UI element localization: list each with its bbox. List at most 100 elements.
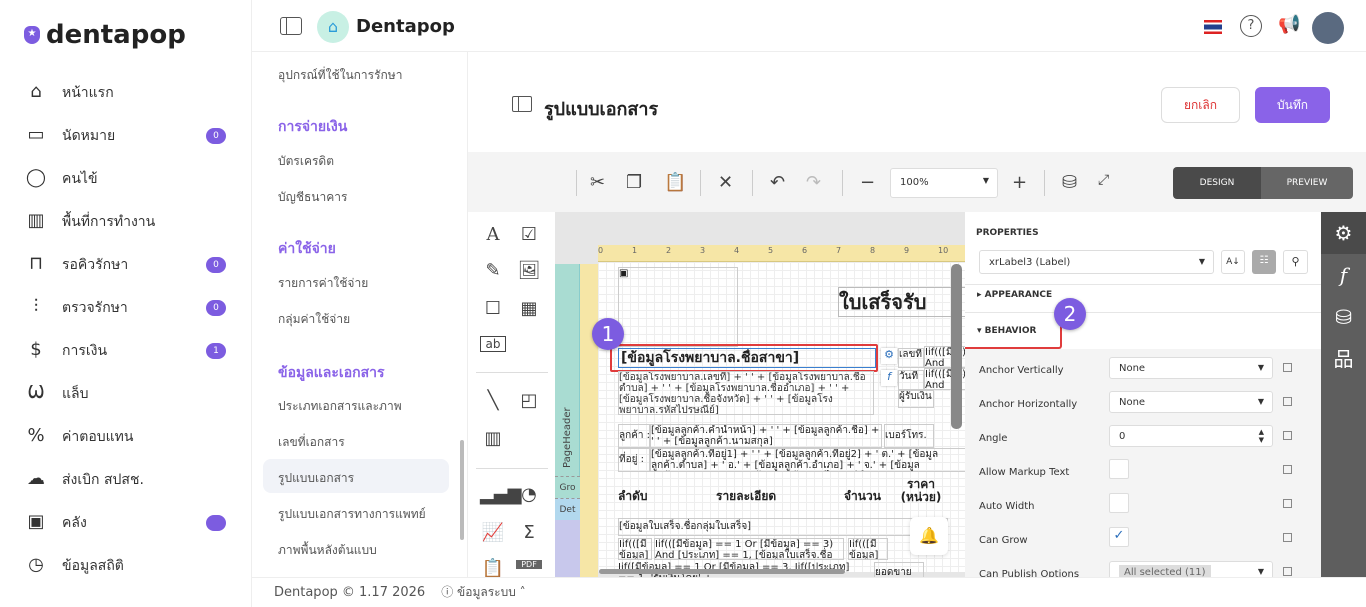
column-seq-header[interactable]: ลำดับ [618, 478, 678, 514]
label-sales[interactable]: ยอดขาย [874, 562, 924, 577]
announcement-icon[interactable]: 📢 [1278, 14, 1300, 35]
band-footer[interactable] [555, 520, 580, 577]
cut-icon[interactable]: ✂ [590, 172, 605, 193]
richtext-tool-icon[interactable]: ✎ [480, 260, 506, 281]
detail-expr-3[interactable]: Iif(([มี ข้อมูล] [848, 538, 888, 560]
cancel-button[interactable]: ยกเลิก [1161, 87, 1240, 123]
checkbox-tool-icon[interactable]: ☑ [516, 224, 542, 245]
barcode-tool-icon[interactable]: ▥ [480, 428, 506, 449]
label-customer[interactable]: ลูกค้า : [618, 424, 650, 448]
component-select[interactable]: xrLabel3 (Label) ▼ [979, 250, 1214, 274]
shape-tool-icon[interactable]: ◰ [516, 390, 542, 411]
property-reset-checkbox[interactable] [1283, 533, 1292, 542]
property-reset-checkbox[interactable] [1283, 397, 1292, 406]
submenu-item[interactable]: บัญชีธนาคาร [278, 188, 347, 207]
group-name-expr[interactable]: [ข้อมูลใบเสร็จ.ชื่อกลุ่มใบเสร็จ] [618, 518, 948, 536]
sidebar-item[interactable]: ▥ พื้นที่การทำงาน [24, 207, 234, 237]
property-checkbox[interactable]: ✓ [1109, 527, 1129, 547]
property-reset-checkbox[interactable] [1283, 567, 1292, 576]
property-spinner[interactable]: 0 ▲ ▼ [1109, 425, 1273, 447]
property-reset-checkbox[interactable] [1283, 465, 1292, 474]
sidebar-item[interactable]: ▭ นัดหมาย 0 [24, 121, 234, 151]
copy-icon[interactable]: ❐ [626, 172, 642, 193]
line-tool-icon[interactable]: ╲ [480, 390, 506, 411]
delete-icon[interactable]: ✕ [718, 172, 733, 193]
smart-tag-gear-icon[interactable]: ⚙ [881, 348, 897, 364]
submenu-item[interactable]: ภาพพื้นหลังต้นแบบ [278, 541, 377, 560]
sidebar-item[interactable]: Ѡ แล็บ [24, 379, 234, 409]
customer-name-expr[interactable]: [ข้อมูลลูกค้า.คำนำหน้า] + ' ' + [ข้อมูลล… [650, 424, 882, 448]
label-phone[interactable]: เบอร์โทร. [884, 424, 934, 448]
sidebar-item[interactable]: ◯ คนไข้ [24, 164, 234, 194]
expressions-tab-function-icon[interactable]: f [1321, 254, 1366, 296]
submenu-item[interactable]: บัตรเครดิต [278, 152, 334, 171]
expression-icon[interactable]: f [881, 370, 897, 386]
thai-flag-icon[interactable] [1204, 20, 1222, 34]
save-button[interactable]: บันทึก [1255, 87, 1330, 123]
report-title-label[interactable]: ใบเสร็จรับ [838, 287, 965, 317]
label-receiver[interactable]: ผู้รับเงิน [898, 390, 934, 408]
sidebar-item[interactable]: % ค่าตอบแทน [24, 422, 234, 452]
submenu-item[interactable]: รูปแบบเอกสารทางการแพทย์ [278, 505, 426, 524]
logo[interactable]: ★ dentapop [24, 20, 186, 50]
detail-expr-1[interactable]: Iif(([มี ข้อมูล] [618, 538, 652, 560]
fullscreen-icon[interactable]: ⤢ [1098, 172, 1109, 188]
sidebar-item[interactable]: ⊓ รอคิวรักษา 0 [24, 250, 234, 280]
chart-tool-icon[interactable]: ▂▄▆ [480, 484, 522, 505]
label-doc-no[interactable]: เลขที่ [898, 348, 924, 368]
help-icon[interactable]: ? [1240, 15, 1262, 37]
property-reset-checkbox[interactable] [1283, 431, 1292, 440]
property-checkbox[interactable] [1109, 493, 1129, 513]
submenu-item[interactable]: กลุ่มค่าใช้จ่าย [278, 310, 350, 329]
property-select[interactable]: All selected (11) ▼ [1109, 561, 1273, 577]
property-reset-checkbox[interactable] [1283, 499, 1292, 508]
property-select[interactable]: None ▼ [1109, 357, 1273, 379]
band-group-header[interactable]: Gro [555, 476, 580, 498]
submenu-scrollbar[interactable] [460, 440, 464, 540]
undo-icon[interactable]: ↶ [770, 172, 785, 193]
summary-tool-icon[interactable]: Σ [516, 522, 542, 543]
hospital-address-label[interactable]: [ข้อมูลโรงพยาบาล.เลขที่] + ' ' + [ข้อมูล… [618, 371, 874, 415]
design-tab[interactable]: DESIGN [1173, 167, 1261, 199]
logo-picture-box[interactable]: ▣ [618, 267, 738, 347]
field-list-tab-database-icon[interactable]: ⛁ [1321, 296, 1366, 338]
band-detail[interactable]: Det [555, 498, 580, 520]
sidebar-item[interactable]: ☁ ส่งเบิก สปสช. [24, 465, 234, 495]
submenu-item[interactable]: อุปกรณ์ที่ใช้ในการรักษา [278, 66, 402, 85]
redo-icon[interactable]: ↷ [806, 172, 821, 193]
property-checkbox[interactable] [1109, 459, 1129, 479]
submenu-item-active[interactable]: รูปแบบเอกสาร [278, 469, 354, 488]
system-info-link[interactable]: ⓘ ข้อมูลระบบ ˄ [441, 583, 525, 602]
zoom-in-icon[interactable]: + [1012, 172, 1027, 193]
sort-az-button[interactable]: A↓ [1221, 250, 1245, 274]
sidebar-item[interactable]: ⫶ ตรวจรักษา 0 [24, 293, 234, 323]
submenu-item[interactable]: เลขที่เอกสาร [278, 433, 345, 452]
categorized-button[interactable]: ☷ [1252, 250, 1276, 274]
pdf-tool-icon[interactable]: PDF [516, 560, 542, 569]
search-button[interactable]: ⚲ [1283, 250, 1308, 274]
report-design-surface[interactable]: 0 1 2 3 4 5 6 7 8 9 10 PageHeader Gro Det ▣ ใบเสร็… [555, 212, 965, 577]
label-address[interactable]: ที่อยู่ : [618, 448, 650, 472]
property-select[interactable]: None ▼ [1109, 391, 1273, 413]
toc-tool-icon[interactable]: 📋 [480, 558, 506, 579]
label-tool-icon[interactable]: A [480, 224, 506, 245]
paste-icon[interactable]: 📋 [664, 172, 686, 193]
submenu-item[interactable]: ประเภทเอกสารและภาพ [278, 397, 402, 416]
detail-expr-2[interactable]: Iif(([มีข้อมูล] == 1 Or [มีข้อมูล] == 3)… [654, 538, 844, 560]
sidebar-item[interactable]: ▣ คลัง [24, 508, 234, 538]
customer-address-expr[interactable]: [ข้อมูลลูกค้า.ที่อยู่1] + ' ' + [ข้อมูลล… [650, 448, 965, 472]
gauge-tool-icon[interactable]: ◔ [516, 484, 542, 505]
preview-tab[interactable]: PREVIEW [1261, 167, 1353, 199]
sidebar-item[interactable]: ⌂ หน้าแรก [24, 78, 234, 108]
column-price-header[interactable]: ราคา (หน่วย) [898, 478, 944, 514]
validate-bindings-icon[interactable]: ⛁ [1062, 172, 1077, 193]
sidebar-item[interactable]: ◷ ข้อมูลสถิติ [24, 551, 234, 581]
vertical-scrollbar[interactable] [951, 264, 962, 429]
table-tool-icon[interactable]: ▦ [516, 298, 542, 319]
appearance-section[interactable]: ▸ APPEARANCE [977, 290, 1052, 300]
user-avatar[interactable] [1312, 12, 1344, 44]
horizontal-scrollbar[interactable] [599, 569, 845, 574]
column-qty-header[interactable]: จำนวน [844, 478, 894, 514]
report-explorer-tab-hierarchy-icon[interactable]: 品 [1321, 338, 1366, 380]
sidebar-item[interactable]: $ การเงิน 1 [24, 336, 234, 366]
